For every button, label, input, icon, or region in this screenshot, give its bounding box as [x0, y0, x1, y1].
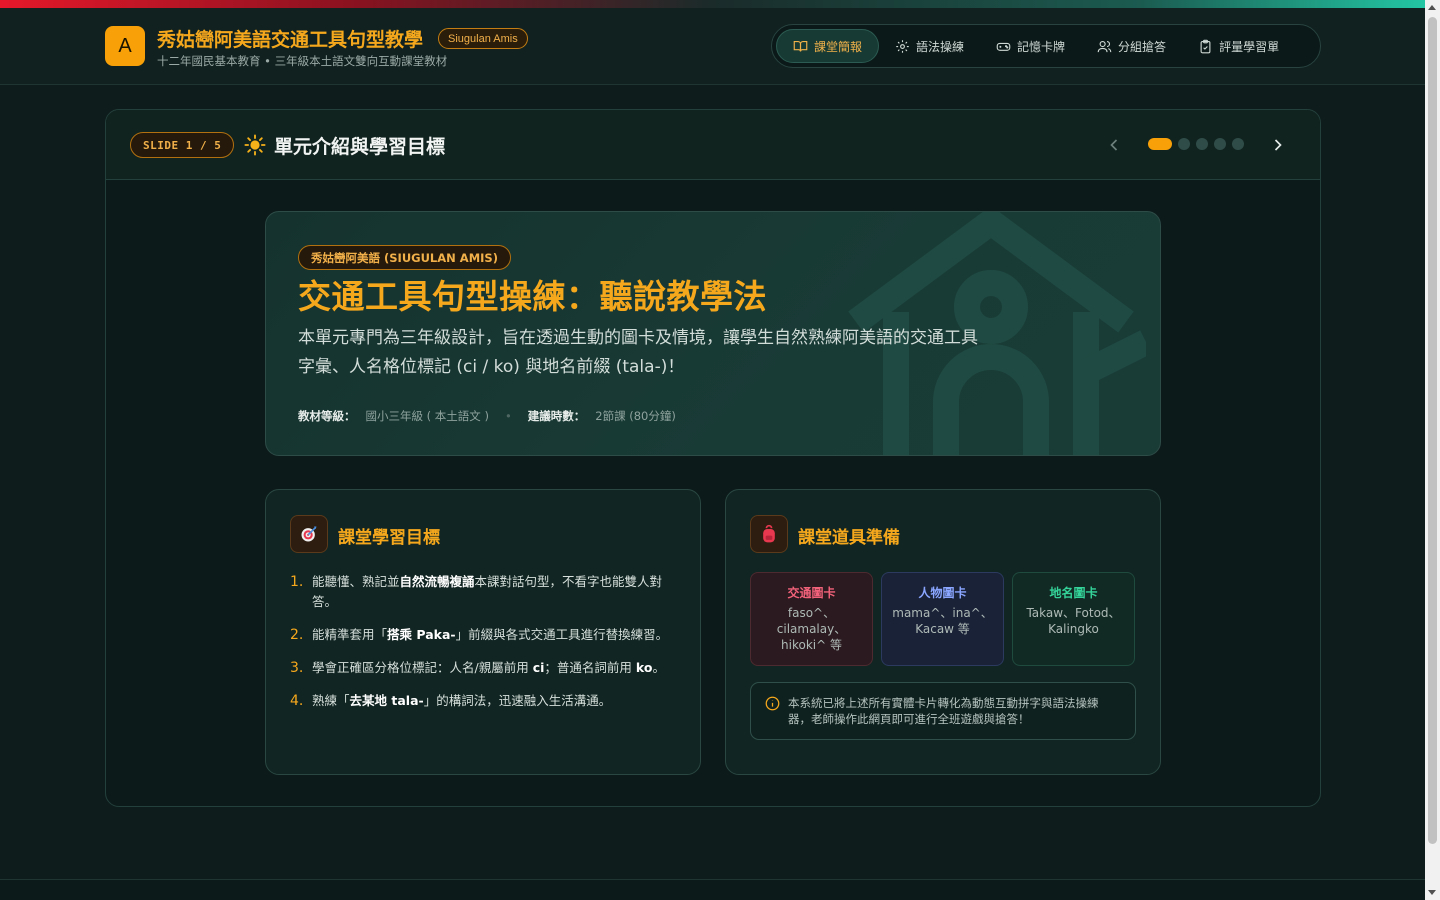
person-card: 人物圖卡 mama^、ina^、Kacaw 等	[881, 572, 1004, 666]
goal-text: ；普通名詞前用	[544, 660, 636, 675]
goal-emphasis: 搭乘 Paka-	[387, 627, 456, 642]
goal-text: 學會正確區分格位標記：人名/親屬前用	[312, 660, 533, 675]
list-item: 1. 能聽懂、熟記並自然流暢複誦本課對話句型，不看字也能雙人對答。	[290, 572, 680, 612]
prop-title: 地名圖卡	[1049, 586, 1098, 600]
slide-dot-3[interactable]	[1196, 138, 1208, 150]
prop-title: 交通圖卡	[787, 586, 836, 600]
prev-slide-button[interactable]	[1104, 135, 1124, 155]
language-badge: Siugulan Amis	[438, 28, 528, 49]
goal-text: 」前綴與各式交通工具進行替換練習。	[455, 627, 669, 642]
goal-number: 2.	[290, 627, 304, 643]
slide-panel: SLIDE 1 / 5 單元介紹與學習目標 秀姑巒阿美語 (SIUGULAN A…	[105, 109, 1321, 807]
gear-icon	[896, 39, 909, 53]
slide-dot-2[interactable]	[1178, 138, 1190, 150]
prop-desc: faso^、cilamalay、hikoki^ 等	[776, 606, 847, 652]
logo-letter: A	[118, 34, 132, 57]
tab-label: 記憶卡牌	[1017, 39, 1066, 54]
target-icon	[290, 515, 328, 553]
slide-dot-4[interactable]	[1214, 138, 1226, 150]
place-card: 地名圖卡 Takaw、Fotod、Kalingko	[1012, 572, 1135, 666]
top-accent-stripe	[0, 0, 1425, 8]
info-icon	[765, 696, 780, 711]
backpack-icon	[750, 515, 788, 553]
goal-emphasis: 去某地 tala-	[349, 693, 424, 708]
goals-title: 課堂學習目標	[338, 528, 440, 548]
grade-label: 教材等級：	[298, 409, 356, 423]
prop-desc: Takaw、Fotod、Kalingko	[1026, 606, 1121, 636]
props-title: 課堂道具準備	[798, 528, 900, 548]
learning-goals-card: 課堂學習目標 1. 能聽懂、熟記並自然流暢複誦本課對話句型，不看字也能雙人對答。…	[265, 489, 701, 775]
page-scrollbar[interactable]	[1425, 0, 1440, 900]
goal-number: 1.	[290, 574, 304, 590]
transport-card: 交通圖卡 faso^、cilamalay、hikoki^ 等	[750, 572, 873, 666]
goal-text: 能聽懂、熟記並	[312, 574, 400, 589]
tab-worksheet[interactable]: 評量學習單	[1182, 29, 1295, 63]
goal-text: 。	[652, 660, 665, 675]
scroll-up-icon[interactable]	[1428, 5, 1436, 10]
goal-emphasis: ko	[635, 660, 653, 675]
gamepad-icon	[996, 42, 1011, 51]
prop-desc: mama^、ina^、Kacaw 等	[892, 606, 993, 636]
tab-memory-cards[interactable]: 記憶卡牌	[980, 29, 1081, 63]
tab-slides[interactable]: 課堂簡報	[776, 29, 880, 63]
goal-number: 4.	[290, 693, 304, 709]
slide-counter: SLIDE 1 / 5	[130, 132, 235, 158]
tab-label: 課堂簡報	[814, 39, 863, 54]
main-tabs: 課堂簡報 語法操練 記憶卡牌 分組搶答 評量學習單	[771, 24, 1321, 68]
grade-value: 國小三年級 ( 本土語文 )	[365, 409, 489, 423]
app-logo: A	[105, 26, 145, 66]
slide-header: SLIDE 1 / 5 單元介紹與學習目標	[106, 110, 1320, 180]
prop-title: 人物圖卡	[918, 586, 967, 600]
props-card: 課堂道具準備 交通圖卡 faso^、cilamalay、hikoki^ 等 人物…	[725, 489, 1161, 775]
goal-emphasis: ci	[532, 660, 545, 675]
book-open-icon	[793, 40, 808, 52]
tab-group-quiz[interactable]: 分組搶答	[1081, 29, 1182, 63]
tab-label: 分組搶答	[1118, 39, 1167, 54]
language-pill: 秀姑巒阿美語 (SIUGULAN AMIS)	[298, 245, 511, 270]
hero-title: 交通工具句型操練：聽說教學法	[298, 277, 767, 316]
slide-dot-5[interactable]	[1232, 138, 1244, 150]
notice-text: 本系統已將上述所有實體卡片轉化為動態互動拼字與語法操練器，老師操作此網頁即可進行…	[788, 696, 1099, 726]
users-icon	[1097, 40, 1112, 52]
chevron-right-icon	[1274, 139, 1282, 151]
slide-title: 單元介紹與學習目標	[274, 136, 446, 158]
prop-cards: 交通圖卡 faso^、cilamalay、hikoki^ 等 人物圖卡 mama…	[750, 572, 1135, 666]
clipboard-icon	[1200, 39, 1211, 53]
list-item: 4. 熟練「去某地 tala-」的構詞法，迅速融入生活溝通。	[290, 691, 680, 711]
next-slide-button[interactable]	[1268, 135, 1288, 155]
app-subtitle: 十二年國民基本教育 • 三年級本土語文雙向互動課堂教材	[157, 54, 448, 68]
list-item: 2. 能精準套用「搭乘 Paka-」前綴與各式交通工具進行替換練習。	[290, 625, 680, 645]
goal-text: 」的構詞法，迅速融入生活溝通。	[423, 693, 612, 708]
hero-description: 本單元專門為三年級設計，旨在透過生動的圖卡及情境，讓學生自然熟練阿美語的交通工具…	[298, 328, 978, 377]
meta-separator: •	[504, 409, 512, 423]
app-title: 秀姑巒阿美語交通工具句型教學	[157, 29, 424, 51]
goal-text: 熟練「	[312, 693, 350, 708]
tab-label: 評量學習單	[1219, 39, 1280, 54]
time-value: 2節課 (80分鐘)	[595, 409, 676, 423]
tab-grammar-drill[interactable]: 語法操練	[879, 29, 980, 63]
slide-dots	[1148, 138, 1244, 150]
scrollbar-thumb[interactable]	[1428, 17, 1437, 844]
tab-label: 語法操練	[916, 39, 965, 54]
hero-meta: 教材等級： 國小三年級 ( 本土語文 ) • 建議時數： 2節課 (80分鐘)	[298, 408, 676, 424]
scroll-down-icon[interactable]	[1428, 890, 1436, 895]
hero-card: 秀姑巒阿美語 (SIUGULAN AMIS) 交通工具句型操練：聽說教學法 本單…	[265, 211, 1161, 456]
app-header: A 秀姑巒阿美語交通工具句型教學 Siugulan Amis 十二年國民基本教育…	[0, 8, 1425, 85]
goal-emphasis: 自然流暢複誦	[399, 574, 475, 589]
sun-icon	[244, 134, 266, 156]
time-label: 建議時數：	[527, 409, 586, 423]
system-notice: 本系統已將上述所有實體卡片轉化為動態互動拼字與語法操練器，老師操作此網頁即可進行…	[750, 682, 1136, 740]
list-item: 3. 學會正確區分格位標記：人名/親屬前用 ci；普通名詞前用 ko。	[290, 658, 680, 678]
goal-number: 3.	[290, 660, 304, 676]
goal-text: 能精準套用「	[312, 627, 388, 642]
chevron-left-icon	[1110, 139, 1118, 151]
slide-dot-1[interactable]	[1148, 138, 1172, 150]
goals-list: 1. 能聽懂、熟記並自然流暢複誦本課對話句型，不看字也能雙人對答。 2. 能精準…	[290, 572, 680, 724]
footer-strip	[0, 879, 1425, 900]
